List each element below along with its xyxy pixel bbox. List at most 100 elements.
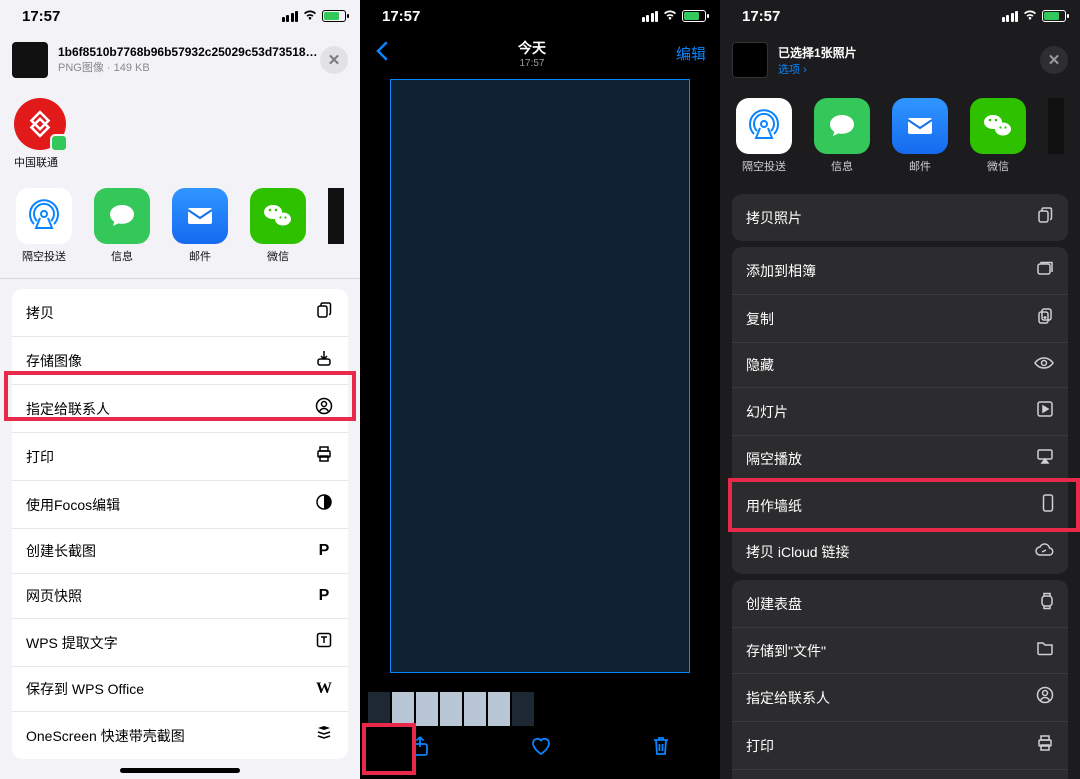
share-apps-row: 隔空投送 信息 邮件 微信 <box>720 88 1080 188</box>
thumbnail[interactable] <box>368 692 390 726</box>
photos-title: 今天 <box>518 38 546 58</box>
action-print[interactable]: 打印 <box>732 722 1068 770</box>
action-wps-extract[interactable]: WPS 提取文字 <box>12 619 348 667</box>
close-icon: ✕ <box>1048 51 1061 69</box>
action-label: 存储到"文件" <box>746 641 826 661</box>
back-button[interactable] <box>374 41 388 67</box>
close-icon: ✕ <box>328 51 341 69</box>
delete-button[interactable] <box>651 735 671 763</box>
close-button[interactable]: ✕ <box>1040 46 1068 74</box>
action-add-album[interactable]: 添加到相簿 <box>732 247 1068 295</box>
app-messages[interactable]: 信息 <box>814 98 870 174</box>
share-button[interactable] <box>409 735 431 763</box>
app-label: 隔空投送 <box>736 158 792 174</box>
action-save-image[interactable]: 存储图像 <box>12 337 348 385</box>
status-indicators <box>282 8 347 24</box>
thumbnail[interactable] <box>440 692 462 726</box>
action-wallpaper[interactable]: 用作墙纸 <box>732 482 1068 530</box>
action-assign-contact[interactable]: 指定给联系人 <box>12 385 348 433</box>
file-thumbnail <box>12 42 48 78</box>
action-watch-face[interactable]: 创建表盘 <box>732 580 1068 628</box>
contact-icon <box>1036 686 1054 709</box>
selected-count: 已选择1张照片 <box>778 44 1040 61</box>
actions-group-1: 拷贝照片 <box>732 194 1068 241</box>
action-assign-contact[interactable]: 指定给联系人 <box>732 674 1068 722</box>
app-airdrop[interactable]: 隔空投送 <box>16 188 72 264</box>
album-icon <box>1036 259 1054 282</box>
action-label: 创建表盘 <box>746 594 802 614</box>
action-label: 创建长截图 <box>26 541 96 561</box>
app-airdrop[interactable]: 隔空投送 <box>736 98 792 174</box>
action-copy-photo[interactable]: 拷贝照片 <box>732 194 1068 241</box>
action-label: 网页快照 <box>26 586 82 606</box>
contact-avatar-unicom[interactable] <box>14 98 66 150</box>
status-bar: 17:57 <box>0 0 360 32</box>
app-label: 隔空投送 <box>16 248 72 264</box>
action-label: 添加到相簿 <box>746 261 816 281</box>
photo-preview[interactable] <box>390 79 690 673</box>
app-mail[interactable]: 邮件 <box>172 188 228 264</box>
action-save-wps[interactable]: 保存到 WPS OfficeW <box>12 667 348 712</box>
app-messages[interactable]: 信息 <box>94 188 150 264</box>
file-info: 1b6f8510b7768b96b57932c25029c53d73518211… <box>58 45 320 75</box>
thumbnail[interactable] <box>392 692 414 726</box>
action-hide[interactable]: 隐藏 <box>732 343 1068 388</box>
mail-icon <box>172 188 228 244</box>
wechat-icon <box>970 98 1026 154</box>
action-label: 保存到 WPS Office <box>26 679 144 699</box>
options-link[interactable]: 选项 › <box>778 61 1040 77</box>
filmstrip[interactable] <box>360 691 720 727</box>
action-save-files[interactable]: 存储到"文件" <box>732 628 1068 674</box>
app-label: 微信 <box>970 158 1026 174</box>
eye-icon <box>1034 356 1054 375</box>
wifi-icon <box>302 8 318 24</box>
share-apps-row: 隔空投送 信息 邮件 微信 <box>0 178 360 279</box>
photos-topbar: 今天 17:57 编辑 <box>360 32 720 73</box>
action-onescreen[interactable]: OneScreen 快速带壳截图 <box>12 712 348 759</box>
wechat-icon <box>250 188 306 244</box>
action-duplicate[interactable]: 复制 <box>732 295 1068 343</box>
wifi-icon <box>662 8 678 24</box>
action-label: 用作墙纸 <box>746 496 802 516</box>
photos-subtitle: 17:57 <box>518 58 546 69</box>
favorite-button[interactable] <box>529 735 553 763</box>
app-wechat[interactable]: 微信 <box>970 98 1026 174</box>
thumbnail[interactable] <box>488 692 510 726</box>
contact-icon <box>314 397 334 420</box>
app-label: 邮件 <box>892 158 948 174</box>
action-edit-focos[interactable]: 使用Focos编辑 <box>732 770 1068 779</box>
share-sheet-light: 17:57 1b6f8510b7768b96b57932c25029c53d73… <box>0 0 360 779</box>
app-partial[interactable] <box>328 188 338 244</box>
action-long-screenshot[interactable]: 创建长截图P <box>12 529 348 574</box>
action-slideshow[interactable]: 幻灯片 <box>732 388 1068 436</box>
app-mail[interactable]: 邮件 <box>892 98 948 174</box>
partial-app-icon <box>328 188 344 244</box>
signal-icon <box>282 11 299 22</box>
thumbnail[interactable] <box>416 692 438 726</box>
home-indicator <box>120 768 240 773</box>
status-time: 17:57 <box>22 8 60 25</box>
actions-list: 拷贝 存储图像 指定给联系人 打印 使用Focos编辑 创建长截图P 网页快照P… <box>12 289 348 759</box>
phone-icon <box>1042 494 1054 517</box>
action-label: 拷贝 iCloud 链接 <box>746 542 849 562</box>
mail-icon <box>892 98 948 154</box>
text-box-icon <box>314 631 334 654</box>
action-edit-focos[interactable]: 使用Focos编辑 <box>12 481 348 529</box>
action-label: OneScreen 快速带壳截图 <box>26 726 185 746</box>
action-copy[interactable]: 拷贝 <box>12 289 348 337</box>
app-wechat[interactable]: 微信 <box>250 188 306 264</box>
action-print[interactable]: 打印 <box>12 433 348 481</box>
photo-thumbnail <box>732 42 768 78</box>
action-web-snapshot[interactable]: 网页快照P <box>12 574 348 619</box>
thumbnail[interactable] <box>512 692 534 726</box>
edit-button[interactable]: 编辑 <box>676 43 706 64</box>
app-partial[interactable] <box>1048 98 1058 154</box>
action-icloud-link[interactable]: 拷贝 iCloud 链接 <box>732 530 1068 574</box>
battery-icon <box>1042 10 1066 22</box>
header-text: 已选择1张照片 选项 › <box>778 44 1040 77</box>
close-button[interactable]: ✕ <box>320 46 348 74</box>
action-airplay[interactable]: 隔空播放 <box>732 436 1068 482</box>
action-label: 指定给联系人 <box>26 399 110 419</box>
thumbnail[interactable] <box>464 692 486 726</box>
action-label: 打印 <box>26 447 54 467</box>
